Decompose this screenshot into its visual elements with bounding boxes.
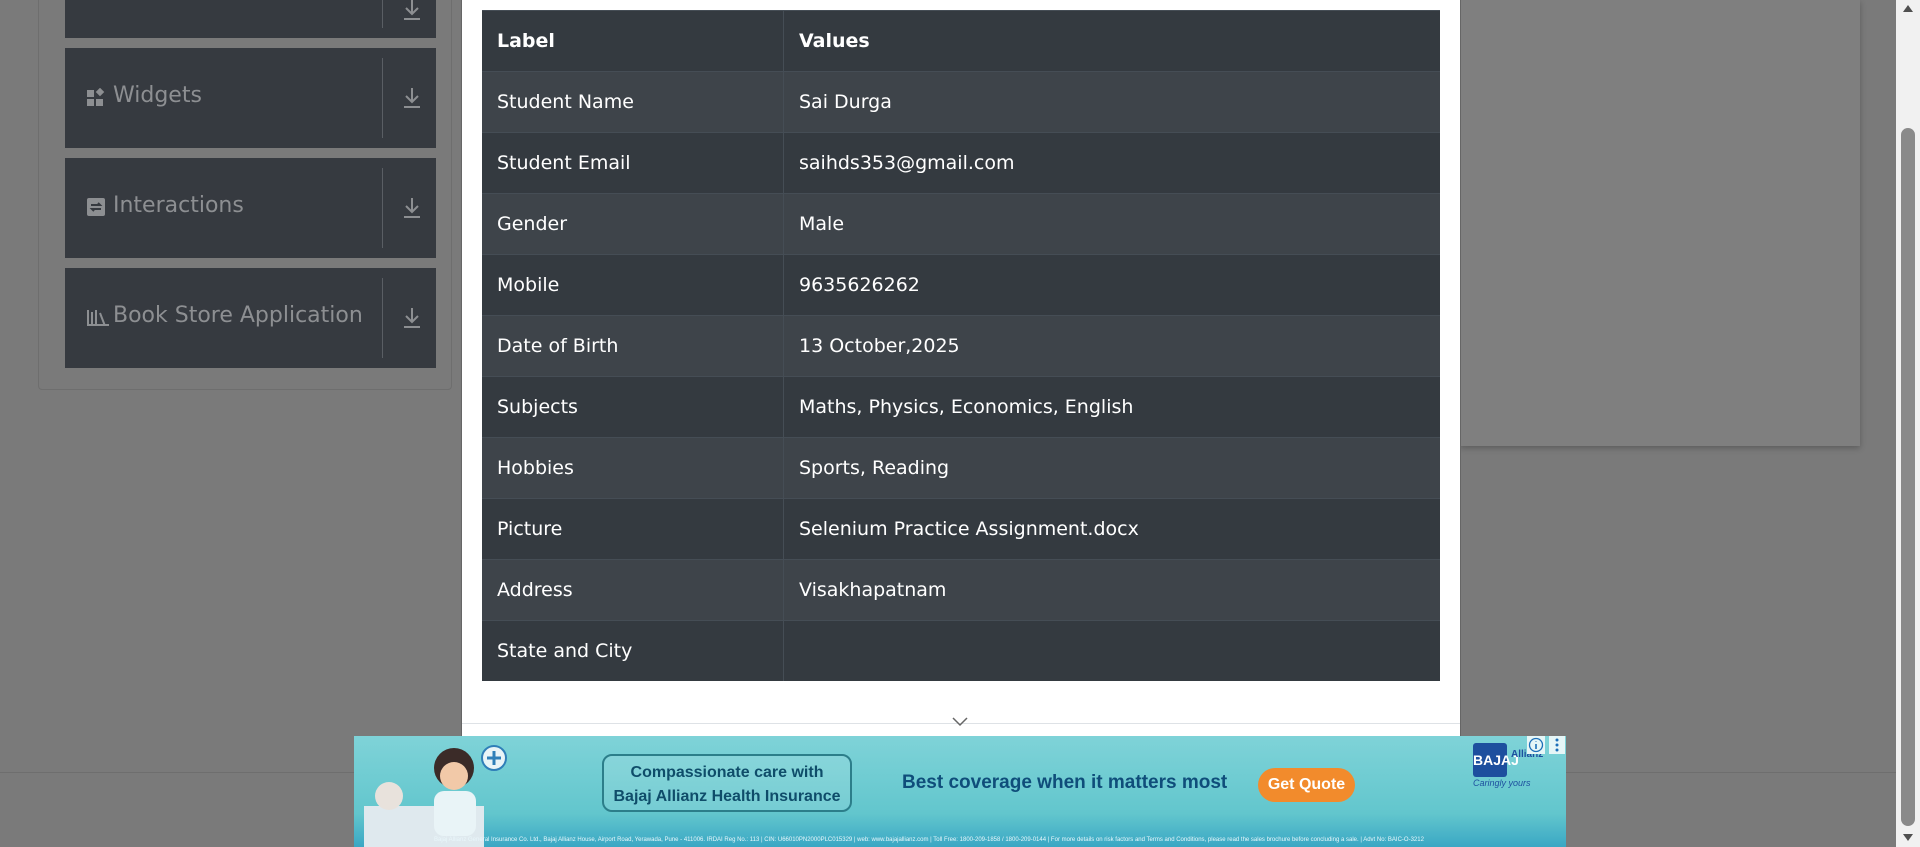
group-separator xyxy=(382,0,383,28)
table-row: Date of Birth 13 October,2025 xyxy=(482,315,1440,377)
group-separator xyxy=(382,168,383,248)
sidebar-group-widgets[interactable]: Widgets xyxy=(65,48,436,148)
download-arrow-icon[interactable] xyxy=(402,196,422,220)
ad-info-icon[interactable] xyxy=(1527,736,1545,754)
row-label: Address xyxy=(482,559,784,621)
table-row: Mobile 9635626262 xyxy=(482,254,1440,316)
column-header-label: Label xyxy=(482,10,784,72)
table-row: Student Name Sai Durga xyxy=(482,71,1440,133)
table-row: State and City xyxy=(482,620,1440,681)
group-separator xyxy=(382,58,383,138)
row-value xyxy=(783,620,1440,681)
ad-headline: Best coverage when it matters most xyxy=(902,772,1228,793)
ad-pill-line1: Compassionate care with xyxy=(630,764,824,781)
sidebar-group-elements[interactable] xyxy=(65,0,436,38)
book-store-icon xyxy=(87,310,109,326)
get-quote-button[interactable]: Get Quote xyxy=(1258,768,1355,802)
row-value: Visakhapatnam xyxy=(783,559,1440,621)
table-row: Picture Selenium Practice Assignment.docx xyxy=(482,498,1440,560)
row-label: Mobile xyxy=(482,254,784,316)
widgets-icon xyxy=(87,88,105,106)
sidebar-group-label: Interactions xyxy=(113,193,244,218)
row-label: Student Name xyxy=(482,71,784,133)
table-row: Address Visakhapatnam xyxy=(482,559,1440,621)
row-value: Selenium Practice Assignment.docx xyxy=(783,498,1440,560)
ad-options-icon[interactable] xyxy=(1549,736,1565,754)
table-row: Subjects Maths, Physics, Economics, Engli… xyxy=(482,376,1440,438)
brand-tagline: Caringly yours xyxy=(1473,778,1531,788)
sidebar-group-label: Book Store Application xyxy=(113,303,363,328)
vertical-scrollbar[interactable] xyxy=(1896,0,1920,847)
scrollbar-thumb[interactable] xyxy=(1901,128,1915,826)
brand-logo: BAJAJ xyxy=(1473,743,1519,777)
table-row: Hobbies Sports, Reading xyxy=(482,437,1440,499)
table-row: Student Email saihds353@gmail.com xyxy=(482,132,1440,194)
right-ad-placeholder xyxy=(1460,0,1860,446)
submission-modal: Label Values Student Name Sai Durga Stude… xyxy=(461,0,1461,847)
row-value: 13 October,2025 xyxy=(783,315,1440,377)
ad-disclaimer: Bajaj Allianz General Insurance Co. Ltd.… xyxy=(434,837,1424,843)
row-value: Maths, Physics, Economics, English xyxy=(783,376,1440,438)
scroll-down-arrow-icon[interactable] xyxy=(1902,833,1914,843)
ad-pill-line2: Bajaj Allianz Health Insurance xyxy=(613,788,841,805)
download-arrow-icon[interactable] xyxy=(402,306,422,330)
row-label: Subjects xyxy=(482,376,784,438)
ad-banner[interactable]: Compassionate care with Bajaj Allianz He… xyxy=(354,736,1566,847)
row-value: Male xyxy=(783,193,1440,255)
row-label: Hobbies xyxy=(482,437,784,499)
row-value: Sai Durga xyxy=(783,71,1440,133)
sidebar-group-book-store[interactable]: Book Store Application xyxy=(65,268,436,368)
row-label: Student Email xyxy=(482,132,784,194)
table-row: Gender Male xyxy=(482,193,1440,255)
interactions-icon xyxy=(87,198,105,216)
row-label: State and City xyxy=(482,620,784,681)
row-value: Sports, Reading xyxy=(783,437,1440,499)
column-header-values: Values xyxy=(783,10,1440,72)
row-label: Gender xyxy=(482,193,784,255)
scroll-up-arrow-icon[interactable] xyxy=(1902,3,1914,13)
sidebar-group-interactions[interactable]: Interactions xyxy=(65,158,436,258)
sidebar-group-label: Widgets xyxy=(113,83,202,108)
table-header-row: Label Values xyxy=(482,10,1440,72)
nurse-illustration-icon xyxy=(364,745,507,847)
ad-pill: Compassionate care with Bajaj Allianz He… xyxy=(602,754,852,812)
row-label: Picture xyxy=(482,498,784,560)
group-separator xyxy=(382,278,383,358)
submission-results-table: Label Values Student Name Sai Durga Stude… xyxy=(482,10,1440,681)
chevron-down-icon[interactable] xyxy=(951,716,969,728)
row-label: Date of Birth xyxy=(482,315,784,377)
download-arrow-icon[interactable] xyxy=(402,86,422,110)
row-value: 9635626262 xyxy=(783,254,1440,316)
download-arrow-icon[interactable] xyxy=(402,0,422,22)
row-value: saihds353@gmail.com xyxy=(783,132,1440,194)
